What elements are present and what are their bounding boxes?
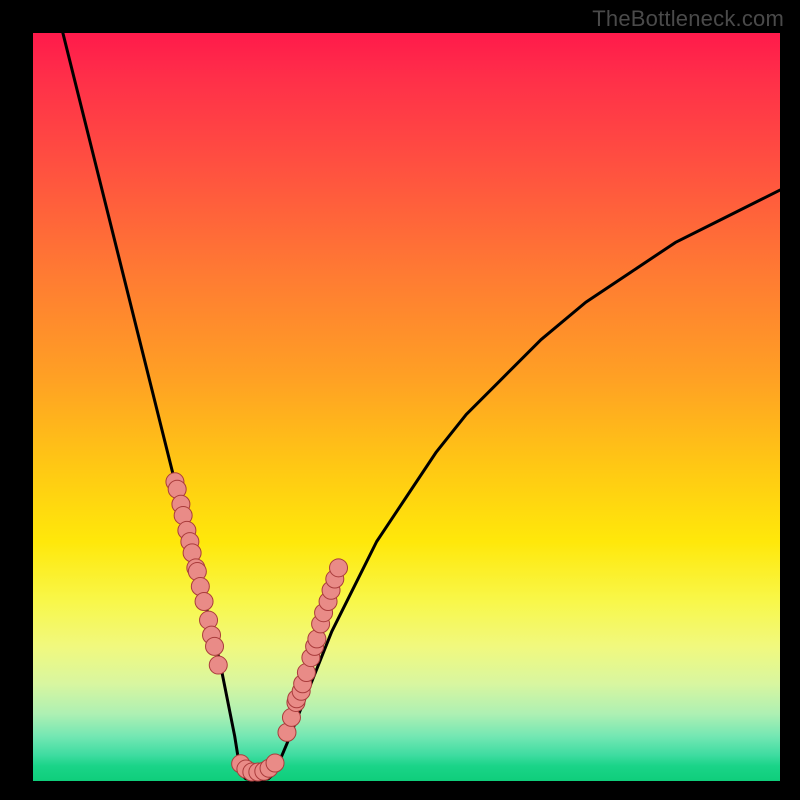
data-point xyxy=(330,559,348,577)
chart-svg xyxy=(33,33,780,781)
chart-frame: TheBottleneck.com xyxy=(0,0,800,800)
watermark-text: TheBottleneck.com xyxy=(592,6,784,32)
curve-line xyxy=(63,33,780,780)
data-point xyxy=(209,656,227,674)
data-point xyxy=(266,754,284,772)
data-point xyxy=(206,637,224,655)
data-point xyxy=(195,592,213,610)
plot-area xyxy=(33,33,780,781)
bottleneck-curve xyxy=(63,33,780,780)
scatter-dots xyxy=(166,473,348,781)
